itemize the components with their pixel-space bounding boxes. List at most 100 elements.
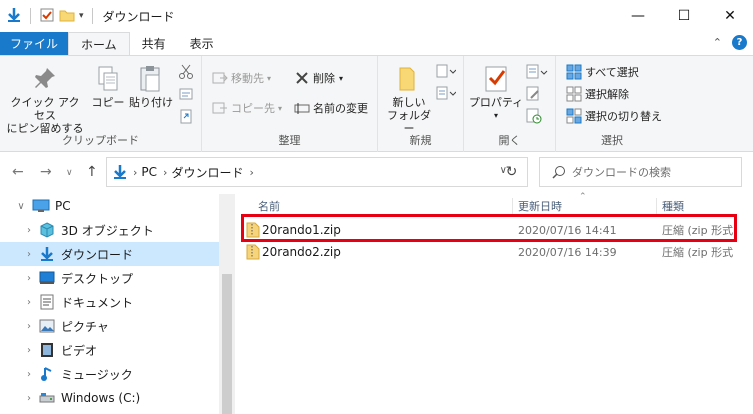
download-location-icon bbox=[113, 164, 127, 180]
move-to-button[interactable]: 移動先 ▾ bbox=[212, 70, 271, 86]
tab-share[interactable]: 共有 bbox=[130, 32, 178, 55]
nav-item-pc[interactable]: ∨ PC bbox=[0, 194, 219, 218]
up-arrow-icon[interactable]: ↑ bbox=[86, 164, 98, 180]
properties-check-icon[interactable] bbox=[39, 7, 55, 26]
collapse-chevron-icon[interactable]: ∨ bbox=[14, 201, 28, 212]
file-row[interactable]: 20rando2.zip 2020/07/16 14:39 圧縮 (zip 形式 bbox=[242, 241, 753, 263]
file-type: 圧縮 (zip 形式 bbox=[662, 246, 734, 259]
copy-path-icon[interactable] bbox=[178, 86, 194, 105]
search-box[interactable]: ダウンロードの検索 bbox=[539, 157, 742, 187]
help-icon[interactable]: ? bbox=[732, 35, 747, 50]
recent-locations-icon[interactable]: ∨ bbox=[66, 168, 73, 178]
properties-button[interactable]: プロパティ ▾ bbox=[468, 64, 524, 122]
select-all-button[interactable]: すべて選択 bbox=[566, 64, 639, 80]
new-item-icon[interactable] bbox=[436, 64, 457, 81]
expand-chevron-icon[interactable]: › bbox=[22, 225, 36, 236]
nav-pane-scrollbar[interactable] bbox=[219, 194, 235, 414]
column-header-type[interactable]: 種類 bbox=[662, 198, 684, 214]
select-group: すべて選択 選択解除 選択の切り替え 選択 bbox=[556, 56, 668, 152]
back-arrow-icon[interactable]: ← bbox=[12, 164, 24, 180]
expand-chevron-icon[interactable]: › bbox=[22, 273, 36, 284]
search-placeholder: ダウンロードの検索 bbox=[572, 166, 671, 179]
rename-button[interactable]: 名前の変更 bbox=[294, 100, 368, 116]
drive-icon bbox=[38, 390, 56, 406]
nav-item-downloads[interactable]: › ダウンロード bbox=[0, 242, 219, 266]
expand-chevron-icon[interactable]: › bbox=[22, 369, 36, 380]
paste-button[interactable]: 貼り付け bbox=[128, 64, 174, 109]
close-button[interactable]: ✕ bbox=[707, 0, 753, 32]
minimize-button[interactable]: — bbox=[615, 0, 661, 32]
new-folder-quick-icon[interactable] bbox=[59, 7, 75, 26]
open-group: プロパティ ▾ 開く bbox=[464, 56, 556, 152]
new-group-label: 新規 bbox=[409, 134, 432, 147]
column-divider[interactable] bbox=[656, 198, 657, 216]
invert-selection-icon bbox=[566, 108, 582, 124]
expand-chevron-icon[interactable]: › bbox=[22, 249, 36, 260]
easy-access-icon[interactable] bbox=[436, 86, 457, 103]
nav-item-desktop[interactable]: › デスクトップ bbox=[0, 266, 219, 290]
ribbon: クイック アクセス にピン留めする コピー 貼り付け クリップボード 移動先 ▾… bbox=[0, 55, 753, 152]
tab-view[interactable]: 表示 bbox=[178, 32, 226, 55]
history-icon[interactable] bbox=[526, 108, 542, 127]
expand-chevron-icon[interactable]: › bbox=[22, 297, 36, 308]
customize-dropdown-icon[interactable]: ▾ bbox=[79, 11, 84, 21]
paste-shortcut-icon[interactable] bbox=[178, 108, 194, 127]
maximize-button[interactable]: ☐ bbox=[661, 0, 707, 32]
copy-icon bbox=[93, 64, 123, 94]
rename-icon bbox=[294, 100, 310, 116]
delete-button[interactable]: 削除 ▾ bbox=[294, 70, 343, 86]
breadcrumb-downloads[interactable]: ダウンロード bbox=[171, 164, 243, 181]
breadcrumb-pc[interactable]: PC bbox=[141, 165, 157, 179]
nav-item-windows-c[interactable]: › Windows (C:) bbox=[0, 386, 219, 410]
copy-button[interactable]: コピー bbox=[90, 64, 126, 109]
breadcrumb-separator-icon[interactable]: › bbox=[133, 166, 137, 179]
file-name: 20rando1.zip bbox=[262, 223, 341, 237]
file-date: 2020/07/16 14:41 bbox=[518, 223, 617, 237]
expand-chevron-icon[interactable]: › bbox=[22, 321, 36, 332]
forward-arrow-icon[interactable]: → bbox=[40, 164, 52, 180]
select-none-button[interactable]: 選択解除 bbox=[566, 86, 629, 102]
address-bar[interactable]: › PC › ダウンロード › ∨ bbox=[106, 157, 528, 187]
nav-item-music[interactable]: › ミュージック bbox=[0, 362, 219, 386]
select-group-label: 選択 bbox=[601, 134, 623, 147]
open-group-label: 開く bbox=[498, 134, 521, 147]
column-header-date[interactable]: 更新日時 bbox=[518, 198, 562, 214]
documents-icon bbox=[38, 294, 56, 310]
file-date: 2020/07/16 14:39 bbox=[518, 245, 617, 259]
copy-to-icon bbox=[212, 100, 228, 116]
cut-icon[interactable] bbox=[178, 64, 194, 83]
clipboard-paste-icon bbox=[136, 64, 166, 94]
download-arrow-icon bbox=[6, 7, 22, 26]
nav-item-pictures[interactable]: › ピクチャ bbox=[0, 314, 219, 338]
tab-home[interactable]: ホーム bbox=[68, 32, 130, 55]
expand-chevron-icon[interactable]: › bbox=[22, 345, 36, 356]
nav-item-documents[interactable]: › ドキュメント bbox=[0, 290, 219, 314]
pin-quick-access-button[interactable]: クイック アクセス にピン留めする bbox=[6, 64, 84, 135]
column-header-name[interactable]: 名前 bbox=[258, 198, 280, 214]
scrollbar-thumb[interactable] bbox=[222, 274, 232, 414]
zip-folder-icon bbox=[246, 244, 260, 263]
new-group: 新しい フォルダー 新規 bbox=[378, 56, 464, 152]
column-divider[interactable] bbox=[512, 198, 513, 216]
copy-to-button[interactable]: コピー先 ▾ bbox=[212, 100, 282, 116]
file-row[interactable]: 20rando1.zip 2020/07/16 14:41 圧縮 (zip 形式 bbox=[242, 219, 753, 241]
open-icon[interactable] bbox=[526, 64, 548, 83]
expand-chevron-icon[interactable]: › bbox=[22, 393, 36, 404]
nav-item-videos[interactable]: › ビデオ bbox=[0, 338, 219, 362]
new-folder-button[interactable]: 新しい フォルダー bbox=[384, 64, 434, 135]
quick-access-toolbar: ▾ bbox=[0, 7, 97, 26]
ribbon-collapse-icon[interactable]: ⌃ bbox=[713, 36, 722, 49]
tab-file[interactable]: ファイル bbox=[0, 32, 69, 55]
refresh-button[interactable]: ↻ bbox=[496, 157, 528, 187]
edit-icon[interactable] bbox=[526, 86, 542, 105]
breadcrumb-separator-icon[interactable]: › bbox=[163, 166, 167, 179]
invert-selection-button[interactable]: 選択の切り替え bbox=[566, 108, 662, 124]
clipboard-group: クイック アクセス にピン留めする コピー 貼り付け クリップボード bbox=[0, 56, 202, 152]
clipboard-group-label: クリップボード bbox=[62, 134, 139, 147]
properties-icon bbox=[481, 64, 511, 94]
breadcrumb-separator-icon[interactable]: › bbox=[249, 166, 253, 179]
file-type: 圧縮 (zip 形式 bbox=[662, 224, 734, 237]
nav-item-3d-objects[interactable]: › 3D オブジェクト bbox=[0, 218, 219, 242]
title-bar: ▾ ダウンロード — ☐ ✕ bbox=[0, 0, 753, 32]
pin-icon bbox=[30, 64, 60, 94]
